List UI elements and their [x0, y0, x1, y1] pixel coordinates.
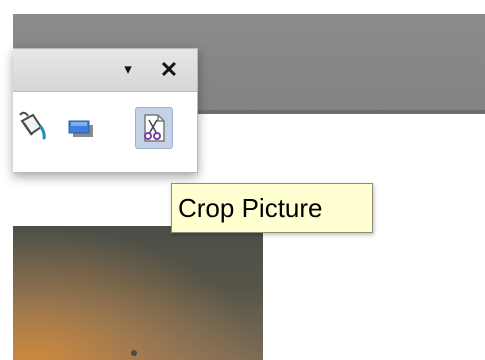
- toolbar-close-button[interactable]: ✕: [156, 55, 182, 85]
- toolbar-titlebar[interactable]: ▾ ✕: [13, 49, 197, 92]
- shadow-icon: [61, 107, 97, 147]
- top-margin: [0, 0, 485, 14]
- fill-bucket-icon: [15, 107, 51, 147]
- selected-picture[interactable]: [13, 226, 263, 360]
- left-margin: [0, 0, 13, 360]
- fill-color-button[interactable]: [15, 107, 51, 147]
- shadow-button[interactable]: [61, 107, 97, 147]
- picture-toolbar: ▾ ✕: [13, 48, 198, 173]
- tooltip: Crop Picture: [171, 183, 373, 233]
- crop-icon: [136, 108, 172, 148]
- crop-picture-button[interactable]: [135, 107, 173, 149]
- toolbar-menu-button[interactable]: ▾: [116, 55, 140, 85]
